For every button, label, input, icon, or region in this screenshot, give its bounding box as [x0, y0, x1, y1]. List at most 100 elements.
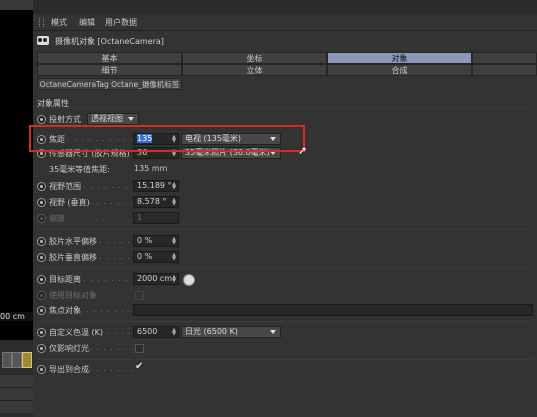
- affect-lights-checkbox[interactable]: [135, 344, 144, 353]
- equiv-focal-value: 135 mm: [134, 164, 168, 173]
- camera-object-icon: [37, 36, 49, 45]
- white-balance-preset-value: 日光 (6500 K): [185, 327, 238, 336]
- white-balance-input[interactable]: 6500 ▲ ▼: [133, 326, 179, 338]
- zoom-row: 缩放 . . . . . . . . . . . . 1: [37, 212, 533, 225]
- export-composite-checkbox[interactable]: ✔: [135, 361, 143, 372]
- zoom-input: 1: [133, 212, 179, 224]
- spinner-icon[interactable]: ▲ ▼: [172, 198, 176, 207]
- equiv-focal-label: 35毫米等值焦距:: [49, 165, 110, 174]
- attribute-manager: 模式 编辑 用户数据 摄像机对象 [OctaneCamera] 基本 坐标 对象…: [33, 0, 537, 417]
- tab-details[interactable]: 细节: [37, 64, 182, 76]
- film-offset-v-value: 0 %: [137, 252, 153, 261]
- tab-composition[interactable]: 合成: [327, 64, 472, 76]
- film-offset-h-row: 胶片水平偏移 . . . . . 0 % ▲ ▼: [37, 235, 533, 248]
- viewport-toolbar: [0, 340, 33, 417]
- viewport-row[interactable]: [0, 374, 33, 387]
- dots-leader: . . . . . . .: [89, 364, 136, 373]
- animate-radio-icon[interactable]: [37, 198, 46, 207]
- tab-coord[interactable]: 坐标: [182, 52, 327, 64]
- spinner-icon[interactable]: ▲ ▼: [172, 237, 176, 246]
- viewport-row[interactable]: [0, 400, 33, 413]
- white-balance-value: 6500: [137, 327, 158, 336]
- viewport-header-strip: [0, 0, 33, 10]
- film-offset-h-label: 胶片水平偏移: [49, 237, 97, 246]
- object-title-bar: 摄像机对象 [OctaneCamera]: [33, 32, 537, 49]
- animate-radio-icon[interactable]: [37, 275, 46, 284]
- animate-radio-icon[interactable]: [37, 182, 46, 191]
- spinner-icon[interactable]: ▲ ▼: [172, 328, 176, 337]
- film-offset-h-input[interactable]: 0 % ▲ ▼: [133, 235, 179, 247]
- tab-octane-camera-tag[interactable]: OctaneCameraTag Octane_摄像机标签: [37, 78, 182, 90]
- fov-horizontal-value: 15.189 °: [137, 181, 172, 190]
- animate-radio-icon[interactable]: [37, 306, 46, 315]
- divider: [37, 229, 533, 230]
- spinner-icon[interactable]: ▲ ▼: [172, 253, 176, 262]
- divider: [37, 268, 533, 269]
- animate-radio-icon[interactable]: [37, 365, 46, 374]
- use-target-row: 使用目标对象 . . . . .: [37, 289, 533, 302]
- spinner-icon[interactable]: ▲ ▼: [172, 182, 176, 191]
- target-distance-label: 目标距离: [49, 275, 81, 284]
- animate-radio-icon[interactable]: [37, 344, 46, 353]
- menu-mode[interactable]: 模式: [51, 17, 67, 28]
- film-offset-h-value: 0 %: [137, 236, 153, 245]
- dots-leader: . . . . . . . . .: [79, 305, 140, 314]
- animate-radio-icon[interactable]: [37, 237, 46, 246]
- projection-select[interactable]: 透视视图: [87, 113, 139, 125]
- divider: [37, 108, 533, 109]
- menu-edit[interactable]: 编辑: [79, 17, 95, 28]
- viewport-row[interactable]: [0, 387, 33, 400]
- film-offset-v-input[interactable]: 0 % ▲ ▼: [133, 251, 179, 263]
- viewport-panel[interactable]: 00 cm: [0, 0, 33, 417]
- zoom-label: 缩放: [49, 214, 65, 223]
- use-target-checkbox: [135, 291, 144, 300]
- fov-horizontal-input[interactable]: 15.189 ° ▲ ▼: [133, 180, 179, 192]
- white-balance-label: 自定义色温 (K): [49, 328, 104, 337]
- dots-leader: . . . . . . .: [89, 343, 136, 352]
- animate-radio-icon[interactable]: [37, 253, 46, 262]
- divider: [37, 321, 533, 322]
- fov-vertical-value: 8.578 °: [137, 197, 167, 206]
- focus-object-label: 焦点对象: [49, 306, 81, 315]
- fov-vertical-input[interactable]: 8.578 ° ▲ ▼: [133, 196, 179, 208]
- dots-leader: . . . . .: [99, 252, 131, 261]
- focus-object-link-field[interactable]: [133, 304, 533, 316]
- white-balance-preset-select[interactable]: 日光 (6500 K): [181, 326, 281, 338]
- tab-empty: [472, 64, 537, 76]
- film-strip-icon[interactable]: [2, 352, 12, 368]
- divider: [37, 359, 533, 360]
- chevron-down-icon: [128, 117, 134, 121]
- menu-bar: 模式 编辑 用户数据: [33, 14, 537, 31]
- film-offset-v-row: 胶片垂直偏移 . . . . . 0 % ▲ ▼: [37, 251, 533, 264]
- pick-target-icon[interactable]: [183, 274, 195, 286]
- dots-leader: . . . . .: [99, 236, 131, 245]
- animate-radio-icon[interactable]: [37, 115, 46, 124]
- grip-handle-icon[interactable]: [39, 18, 44, 27]
- animate-radio-icon[interactable]: [37, 328, 46, 337]
- focus-object-row: 焦点对象 . . . . . . . . .: [37, 304, 533, 317]
- export-composite-label: 导出到合成: [49, 365, 89, 374]
- film-strip-icon[interactable]: [12, 352, 22, 368]
- arrow-cursor-icon: ➚: [298, 144, 308, 157]
- menu-user-data[interactable]: 用户数据: [105, 17, 137, 28]
- film-strip-active-icon[interactable]: [22, 352, 32, 368]
- fov-vertical-label: 视野 (垂直): [49, 198, 90, 207]
- tab-basic[interactable]: 基本: [37, 52, 182, 64]
- tab-empty: [472, 52, 537, 64]
- animate-radio-icon: [37, 291, 46, 300]
- top-toolbar: [33, 0, 537, 15]
- dots-leader: . . . . . . . .: [83, 181, 137, 190]
- chevron-down-icon: [270, 330, 276, 334]
- use-target-label: 使用目标对象: [49, 291, 97, 300]
- zoom-value: 1: [137, 213, 143, 222]
- white-balance-row: 自定义色温 (K) . . . . 6500 ▲ ▼ 日光 (6500 K): [37, 326, 533, 339]
- target-distance-input[interactable]: 2000 cm ▲ ▼: [133, 273, 179, 285]
- affect-lights-label: 仅影响灯光: [49, 344, 89, 353]
- tab-stereo[interactable]: 立体: [182, 64, 327, 76]
- focal-length-highlight: [29, 125, 305, 152]
- spinner-icon[interactable]: ▲ ▼: [172, 275, 176, 284]
- dots-leader: . . . . . . . .: [83, 274, 137, 283]
- fov-horizontal-label: 视野范围: [49, 182, 81, 191]
- film-offset-v-label: 胶片垂直偏移: [49, 253, 97, 262]
- tab-object[interactable]: 对象: [327, 52, 472, 64]
